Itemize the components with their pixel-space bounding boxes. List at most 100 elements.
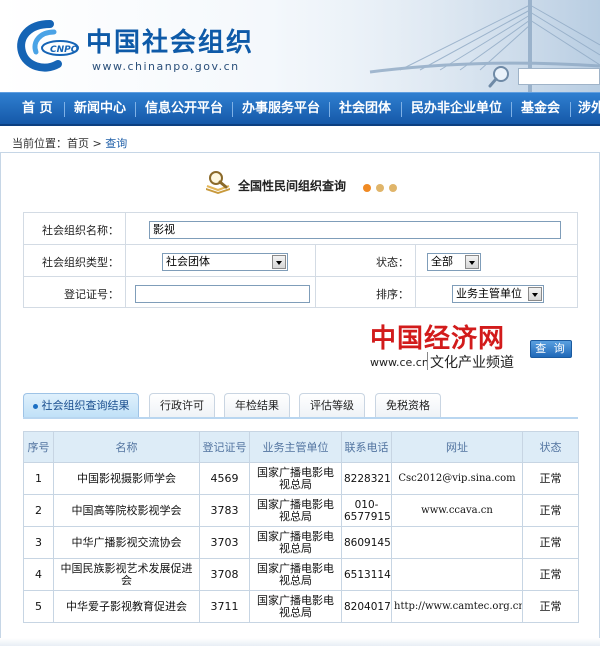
cell-phone: 010-65779150 xyxy=(341,494,392,527)
tab-tax-exempt[interactable]: 免税资格 xyxy=(375,393,441,418)
cell-org-name-link[interactable]: 中国民族影视艺术发展促进会 xyxy=(53,558,200,591)
search-icon[interactable] xyxy=(488,64,512,88)
cell-reg-number: 4569 xyxy=(199,462,250,495)
form-row: 登记证号： 排序： 业务主管单位 xyxy=(24,277,577,308)
tab-label: 评估等级 xyxy=(310,399,354,412)
results-table: 序号 名称 登记证号 业务主管单位 联系电话 网址 状态 1 中国影视摄影师学会… xyxy=(23,431,579,623)
tab-label: 年检结果 xyxy=(235,399,279,412)
main-nav: 首 页 新闻中心 信息公开平台 办事服务平台 社会团体 民办非企业单位 基金会 … xyxy=(0,92,600,126)
cell-index: 2 xyxy=(23,494,54,527)
status-select[interactable]: 全部 xyxy=(427,253,481,271)
cell-index: 5 xyxy=(23,590,54,623)
divider xyxy=(427,352,428,370)
nav-item-services[interactable]: 办事服务平台 xyxy=(242,93,320,124)
cell-phone: 82040173 xyxy=(341,590,392,623)
nav-divider xyxy=(329,102,330,117)
nav-divider xyxy=(135,102,136,117)
form-row: 社会组织类型： 社会团体 状态： 全部 xyxy=(24,245,577,277)
col-header-website: 网址 xyxy=(391,431,523,463)
nav-item-home[interactable]: 首 页 xyxy=(22,93,53,124)
tab-evaluation-grade[interactable]: 评估等级 xyxy=(299,393,365,418)
cell-website: www.ccava.cn xyxy=(391,494,523,527)
query-button[interactable]: 查 询 xyxy=(530,340,572,358)
tab-admin-license[interactable]: 行政许可 xyxy=(149,393,215,418)
table-row: 3 中华广播影视交流协会 3703 国家广播电影电视总局 86091450 正常 xyxy=(23,526,579,559)
tab-label: 行政许可 xyxy=(160,399,204,412)
cell-phone: 65131148 xyxy=(341,558,392,591)
cell-website: Csc2012@vip.sina.com xyxy=(391,462,523,495)
col-header-phone: 联系电话 xyxy=(341,431,392,463)
tab-label: 免税资格 xyxy=(386,399,430,412)
cell-reg-number: 3703 xyxy=(199,526,250,559)
page-footer-edge xyxy=(0,638,600,646)
org-type-value: 社会团体 xyxy=(166,255,210,268)
table-row: 4 中国民族影视艺术发展促进会 3708 国家广播电影电视总局 65131148… xyxy=(23,558,579,591)
org-type-select[interactable]: 社会团体 xyxy=(162,253,288,271)
cell-status: 正常 xyxy=(522,590,579,623)
cell-index: 1 xyxy=(23,462,54,495)
result-tabs: 社会组织查询结果 行政许可 年检结果 评估等级 免税资格 xyxy=(23,393,578,418)
breadcrumb-arrow: > xyxy=(92,137,102,150)
nav-item-social-groups[interactable]: 社会团体 xyxy=(339,93,391,124)
breadcrumb-current: 查询 xyxy=(105,137,128,150)
dot-icon xyxy=(389,184,397,192)
form-label-cell: 登记证号： xyxy=(24,277,126,308)
cell-org-name-link[interactable]: 中华广播影视交流协会 xyxy=(53,526,200,559)
nav-item-info-disclosure[interactable]: 信息公开平台 xyxy=(145,93,223,124)
chevron-down-icon[interactable] xyxy=(272,255,286,269)
site-title: 中国社会组织 xyxy=(86,28,255,58)
nav-item-foundations[interactable]: 基金会 xyxy=(521,93,560,124)
form-label-cell: 社会组织类型： xyxy=(24,245,126,276)
cell-supervisor: 国家广播电影电视总局 xyxy=(249,590,342,623)
tab-label: 社会组织查询结果 xyxy=(41,399,130,412)
header-search xyxy=(488,66,600,88)
chevron-down-icon[interactable] xyxy=(528,287,542,301)
divider xyxy=(23,417,578,419)
breadcrumb-prefix: 当前位置： xyxy=(12,137,67,150)
cell-phone: 86091450 xyxy=(341,526,392,559)
cell-reg-number: 3708 xyxy=(199,558,250,591)
org-name-input[interactable]: 影视 xyxy=(149,221,561,239)
tab-query-results[interactable]: 社会组织查询结果 xyxy=(23,393,139,418)
sort-value: 业务主管单位 xyxy=(456,287,522,300)
site-header: CNPO 中国社会组织 www.chinanpo.gov.cn xyxy=(0,0,600,92)
breadcrumb-home-link[interactable]: 首页 xyxy=(67,137,89,150)
cell-org-name-link[interactable]: 中国影视摄影师学会 xyxy=(53,462,200,495)
cell-index: 4 xyxy=(23,558,54,591)
type-label: 社会组织类型： xyxy=(42,256,119,269)
table-row: 1 中国影视摄影师学会 4569 国家广播电影电视总局 82283210 Csc… xyxy=(23,462,579,495)
tab-annual-inspection[interactable]: 年检结果 xyxy=(224,393,290,418)
col-header-reg-number: 登记证号 xyxy=(199,431,250,463)
cell-website xyxy=(391,558,523,591)
logo-text: CNPO xyxy=(50,45,79,55)
form-label-cell: 排序： xyxy=(316,277,416,308)
query-form: 社会组织名称： 影视 社会组织类型： 社会团体 状态： 全部 登记证号： 排序： xyxy=(23,212,578,308)
nav-item-private-nonenterprise[interactable]: 民办非企业单位 xyxy=(411,93,502,124)
site-url: www.chinanpo.gov.cn xyxy=(92,60,240,73)
title-dots xyxy=(363,181,402,195)
table-row: 5 中华爱子影视教育促进会 3711 国家广播电影电视总局 82040173 h… xyxy=(23,590,579,623)
cell-status: 正常 xyxy=(522,558,579,591)
dot-icon xyxy=(363,184,371,192)
col-header-status: 状态 xyxy=(522,431,579,463)
form-row: 社会组织名称： 影视 xyxy=(24,213,577,245)
cell-supervisor: 国家广播电影电视总局 xyxy=(249,526,342,559)
cell-reg-number: 3711 xyxy=(199,590,250,623)
reg-label: 登记证号： xyxy=(64,288,119,301)
reg-number-input[interactable] xyxy=(135,285,310,303)
bullet-icon xyxy=(32,403,38,409)
nav-item-news[interactable]: 新闻中心 xyxy=(74,93,126,124)
cell-org-name-link[interactable]: 中国高等院校影视学会 xyxy=(53,494,200,527)
search-input[interactable] xyxy=(518,68,600,85)
cell-phone: 82283210 xyxy=(341,462,392,495)
nav-divider xyxy=(570,102,571,117)
sort-select[interactable]: 业务主管单位 xyxy=(452,285,544,303)
cell-org-name-link[interactable]: 中华爱子影视教育促进会 xyxy=(53,590,200,623)
form-label-cell: 状态： xyxy=(316,245,416,276)
cell-index: 3 xyxy=(23,526,54,559)
ce-watermark-channel: 文化产业频道 xyxy=(430,355,514,371)
nav-item-foreign[interactable]: 涉外 xyxy=(578,93,600,124)
cell-website: http://www.camtec.org.cn xyxy=(391,590,523,623)
chevron-down-icon[interactable] xyxy=(465,255,479,269)
status-label: 状态： xyxy=(376,256,409,269)
